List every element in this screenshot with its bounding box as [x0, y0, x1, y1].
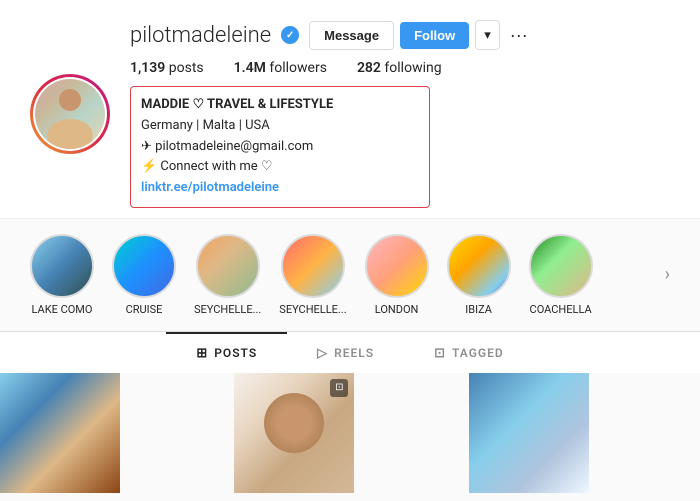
bio-email: ✈ pilotmadeleine@gmail.com	[141, 137, 419, 158]
posts-tab-icon: ⊞	[196, 346, 208, 361]
following-stat[interactable]: 282 following	[357, 60, 442, 76]
posts-stat[interactable]: 1,139 posts	[130, 60, 204, 76]
action-buttons: Message Follow ▾ ···	[309, 20, 532, 50]
bio-connect: ⚡ Connect with me ♡	[141, 157, 419, 178]
stats-row: 1,139 posts 1.4M followers 282 following	[130, 60, 670, 76]
profile-page: pilotmadeleine Message Follow ▾ ··· 1,13…	[0, 0, 700, 493]
bio-name: MADDIE ♡ TRAVEL & LIFESTYLE	[141, 95, 419, 116]
story-item-seychelle1[interactable]: SEYCHELLE...	[194, 234, 261, 316]
profile-info: pilotmadeleine Message Follow ▾ ··· 1,13…	[130, 20, 670, 208]
story-item-seychelle2[interactable]: SEYCHELLE...	[279, 234, 346, 316]
stories-nav-button[interactable]: ›	[665, 264, 670, 285]
story-circle-coachella	[529, 234, 593, 298]
post-item-2[interactable]: ⊡	[234, 373, 354, 493]
username: pilotmadeleine	[130, 23, 271, 48]
story-item-lake-como[interactable]: LAKE COMO	[30, 234, 94, 316]
username-row: pilotmadeleine Message Follow ▾ ···	[130, 20, 670, 50]
stories-section: LAKE COMO CRUISE SEYCHELLE... SEYCHELLE.…	[0, 218, 700, 331]
story-label-ibiza: IBIZA	[465, 303, 492, 316]
email-text: pilotmadeleine@gmail.com	[155, 139, 313, 154]
story-label-coachella: COACHELLA	[530, 303, 592, 316]
reels-tab-label: REELS	[334, 346, 374, 360]
follow-button[interactable]: Follow	[400, 22, 469, 49]
bio-box: MADDIE ♡ TRAVEL & LIFESTYLE Germany | Ma…	[130, 86, 430, 208]
story-label-cruise: CRUISE	[126, 303, 163, 316]
connect-icon: ⚡	[141, 159, 157, 174]
tagged-tab-label: TAGGED	[452, 346, 504, 360]
camera-icon: ⊡	[330, 379, 348, 397]
tab-tagged[interactable]: ⊡ TAGGED	[404, 332, 534, 373]
story-item-ibiza[interactable]: IBIZA	[447, 234, 511, 316]
connect-text: Connect with me ♡	[160, 159, 272, 174]
story-circle-seychelle2	[281, 234, 345, 298]
post-item-3[interactable]	[469, 373, 589, 493]
profile-header: pilotmadeleine Message Follow ▾ ··· 1,13…	[0, 0, 700, 218]
more-button[interactable]: ···	[506, 25, 532, 46]
posts-grid: ⊡	[0, 373, 700, 493]
tab-posts[interactable]: ⊞ POSTS	[166, 332, 287, 373]
bio-location: Germany | Malta | USA	[141, 116, 419, 137]
story-circle-seychelle1	[196, 234, 260, 298]
tagged-tab-icon: ⊡	[434, 346, 446, 361]
story-label-lake-como: LAKE COMO	[32, 303, 93, 316]
story-item-london[interactable]: LONDON	[365, 234, 429, 316]
story-circle-lake-como	[30, 234, 94, 298]
story-circle-london	[365, 234, 429, 298]
story-label-london: LONDON	[375, 303, 419, 316]
dropdown-button[interactable]: ▾	[475, 20, 500, 50]
post-item-1[interactable]	[0, 373, 120, 493]
story-label-seychelle2: SEYCHELLE...	[279, 303, 346, 316]
story-circle-cruise	[112, 234, 176, 298]
story-circle-ibiza	[447, 234, 511, 298]
story-item-coachella[interactable]: COACHELLA	[529, 234, 593, 316]
posts-tab-label: POSTS	[214, 346, 257, 360]
email-icon: ✈	[141, 139, 152, 154]
bio-link[interactable]: linktr.ee/pilotmadeleine	[141, 180, 279, 195]
avatar	[35, 79, 105, 149]
avatar-wrapper	[30, 74, 110, 154]
verified-icon	[281, 26, 299, 44]
story-label-seychelle1: SEYCHELLE...	[194, 303, 261, 316]
reels-tab-icon: ▷	[317, 346, 328, 361]
tab-reels[interactable]: ▷ REELS	[287, 332, 404, 373]
tabs-row: ⊞ POSTS ▷ REELS ⊡ TAGGED	[0, 331, 700, 373]
story-item-cruise[interactable]: CRUISE	[112, 234, 176, 316]
message-button[interactable]: Message	[309, 21, 394, 50]
followers-stat[interactable]: 1.4M followers	[234, 60, 327, 76]
